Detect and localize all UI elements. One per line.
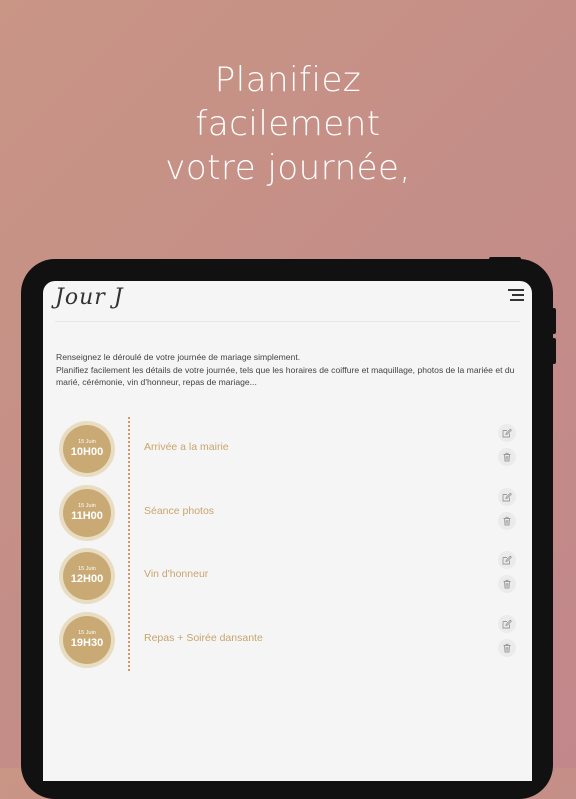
event-title[interactable]: Séance photos xyxy=(144,505,214,517)
event-time: 19H30 xyxy=(70,637,104,649)
event-time-badge: 15 Juin 19H30 xyxy=(59,612,115,668)
headline: Planifiez facilement votre journée, xyxy=(0,58,576,190)
headline-line-3: votre journée, xyxy=(165,148,411,188)
edit-icon[interactable] xyxy=(498,424,516,442)
event-title[interactable]: Arrivée a la mairie xyxy=(144,441,229,453)
edit-icon[interactable] xyxy=(498,615,516,633)
headline-line-1: Planifiez xyxy=(214,60,362,100)
intro-line-2: Planifiez facilement les détails de votr… xyxy=(56,364,515,388)
edit-icon[interactable] xyxy=(498,551,516,569)
intro-line-1: Renseignez le déroulé de votre journée d… xyxy=(56,352,301,362)
event-day: 15 Juin xyxy=(78,566,96,572)
event-title[interactable]: Vin d'honneur xyxy=(144,568,208,580)
header-divider xyxy=(55,321,520,322)
timeline-event: 15 Juin 10H00 Arrivée a la mairie xyxy=(43,417,532,477)
event-time-badge: 15 Juin 12H00 xyxy=(59,548,115,604)
event-day: 15 Juin xyxy=(78,439,96,445)
event-time-badge: 15 Juin 11H00 xyxy=(59,485,115,541)
intro-text: Renseignez le déroulé de votre journée d… xyxy=(56,351,526,389)
trash-icon[interactable] xyxy=(498,448,516,466)
timeline-event: 15 Juin 11H00 Séance photos xyxy=(43,481,532,541)
app-screen: Jour J Renseignez le déroulé de votre jo… xyxy=(43,281,532,781)
event-day: 15 Juin xyxy=(78,503,96,509)
event-day: 15 Juin xyxy=(78,630,96,636)
app-logo[interactable]: Jour J xyxy=(55,285,124,310)
event-time: 10H00 xyxy=(70,446,104,458)
event-time-badge: 15 Juin 10H00 xyxy=(59,421,115,477)
app-header: Jour J xyxy=(43,281,532,321)
hamburger-menu-icon[interactable] xyxy=(508,289,524,301)
edit-icon[interactable] xyxy=(498,488,516,506)
trash-icon[interactable] xyxy=(498,512,516,530)
event-time: 12H00 xyxy=(70,573,104,585)
event-time: 11H00 xyxy=(71,510,103,522)
timeline-event: 15 Juin 19H30 Repas + Soirée dansante xyxy=(43,608,532,668)
trash-icon[interactable] xyxy=(498,639,516,657)
trash-icon[interactable] xyxy=(498,575,516,593)
headline-line-2: facilement xyxy=(195,104,381,144)
timeline-event: 15 Juin 12H00 Vin d'honneur xyxy=(43,544,532,604)
event-title[interactable]: Repas + Soirée dansante xyxy=(144,632,263,644)
